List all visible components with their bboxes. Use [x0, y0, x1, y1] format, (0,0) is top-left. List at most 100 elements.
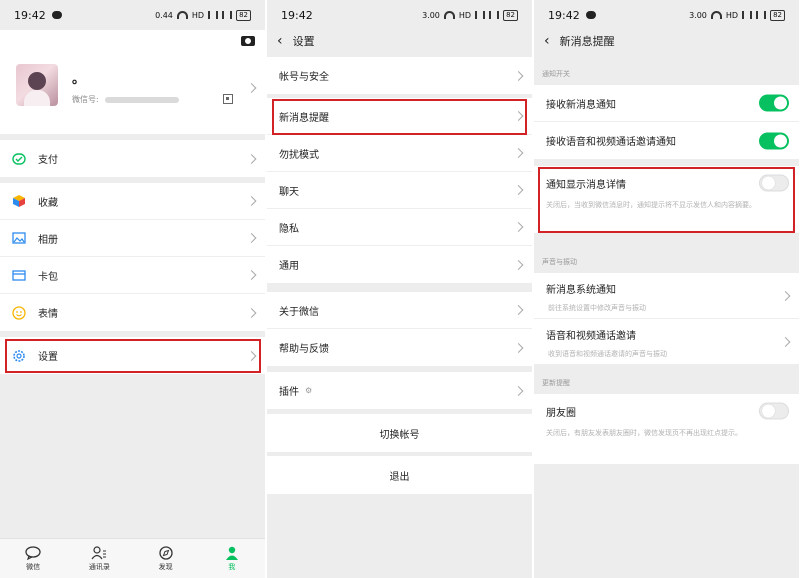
- card-wallet-icon: [12, 268, 26, 282]
- settings-group: 设置: [0, 337, 265, 374]
- profile-card[interactable]: 。 微信号:: [0, 30, 265, 134]
- menu-item-label: 卡包: [38, 271, 58, 283]
- screen: 19:42 0.44 HD 82 。 微信号: 支付 收藏 相册 卡包 表情 设…: [0, 0, 800, 578]
- wifi-icon: [176, 11, 188, 19]
- settings-item-help[interactable]: 帮助与反馈: [267, 329, 532, 366]
- moments-toggle[interactable]: [759, 402, 789, 420]
- tab-label: 发现: [158, 562, 173, 571]
- item-label: 接收语音和视频通话邀请通知: [546, 137, 676, 148]
- setting-moments: 朋友圈: [534, 394, 799, 428]
- switch-account-button[interactable]: 切换帐号: [267, 414, 532, 452]
- item-label: 接收新消息通知: [546, 99, 616, 111]
- settings-item-general[interactable]: 通用: [267, 246, 532, 283]
- wechat-notification-icon: [585, 11, 596, 19]
- notify-group: 接收新消息通知 接收语音和视频通话邀请通知: [534, 85, 799, 159]
- logout-button[interactable]: 退出: [267, 456, 532, 494]
- show-detail-description: 关闭后，当收到微信消息时，通知提示将不显示发信人和内容摘要。: [546, 201, 756, 209]
- battery-icon: 82: [503, 9, 518, 21]
- signal-icon-2: [222, 11, 233, 19]
- status-bar: 19:42 0.44 HD 82: [0, 0, 265, 30]
- back-arrow-icon[interactable]: ‹: [277, 33, 283, 49]
- item-label: 勿扰模式: [279, 149, 319, 161]
- album-picture-icon: [12, 231, 26, 245]
- signal-icon: [208, 11, 219, 19]
- net-speed: 3.00: [689, 10, 707, 20]
- menu-item-label: 相册: [38, 234, 58, 246]
- setting-new-message-sound[interactable]: 新消息系统通知 前往系统设置中修改声音与振动: [534, 273, 799, 319]
- menu-item-album[interactable]: 相册: [0, 220, 265, 257]
- sticker-smile-icon: [12, 305, 26, 320]
- back-arrow-icon[interactable]: ‹: [544, 33, 550, 49]
- menu-item-settings[interactable]: 设置: [0, 337, 265, 374]
- settings-item-new-message[interactable]: 新消息提醒: [267, 98, 532, 135]
- nav-bar: ‹ 新消息提醒: [534, 28, 799, 54]
- tab-label: 微信: [26, 562, 41, 571]
- show-detail-toggle[interactable]: [759, 174, 789, 192]
- settings-item-plugins[interactable]: 插件 ⚙: [267, 372, 532, 409]
- chevron-right-icon: [246, 153, 257, 164]
- update-group: 朋友圈 关闭后，有朋友发表朋友圈时，微信发现页不再出现红点提示。: [534, 394, 799, 464]
- signal-icon: [742, 11, 753, 19]
- page-title: 新消息提醒: [559, 35, 615, 48]
- item-description: 前往系统设置中修改声音与振动: [548, 304, 646, 312]
- battery-icon: 82: [236, 9, 251, 21]
- chevron-right-icon: [513, 222, 524, 232]
- status-bar: 19:42 3.00 HD 82: [534, 0, 799, 30]
- tab-contacts[interactable]: 通讯录: [66, 539, 132, 578]
- receive-new-message-toggle[interactable]: [759, 94, 789, 112]
- sound-group: 新消息系统通知 前往系统设置中修改声音与振动 语音和视频通话邀请 收到语音和视频…: [534, 273, 799, 365]
- moments-description: 关闭后，有朋友发表朋友圈时，微信发现页不再出现红点提示。: [546, 429, 742, 437]
- menu-item-pay[interactable]: 支付: [0, 140, 265, 177]
- section-notify-title: 通知开关: [542, 70, 570, 78]
- hd-label: HD: [458, 10, 472, 20]
- tab-me[interactable]: 我: [199, 539, 265, 578]
- status-indicators: 3.00 HD 82: [689, 9, 785, 21]
- nav-bar: ‹ 设置: [267, 28, 532, 54]
- setting-voice-ringtone[interactable]: 语音和视频通话邀请 收到语音和视频通话邀请的声音与振动: [534, 319, 799, 365]
- camera-icon[interactable]: [241, 36, 255, 46]
- chevron-right-icon: [246, 307, 257, 318]
- signal-icon-2: [756, 11, 767, 19]
- plugins-group: 插件 ⚙: [267, 372, 532, 409]
- settings-item-do-not-disturb[interactable]: 勿扰模式: [267, 135, 532, 172]
- me-panel: 19:42 0.44 HD 82 。 微信号: 支付 收藏 相册 卡包 表情 设…: [0, 0, 265, 578]
- setting-show-detail: 通知显示消息详情: [534, 166, 799, 200]
- settings-item-account-security[interactable]: 帐号与安全: [267, 57, 532, 94]
- item-label: 插件: [279, 387, 299, 398]
- item-label: 聊天: [279, 186, 299, 198]
- tab-label: 我: [228, 562, 236, 571]
- net-speed: 0.44: [155, 10, 173, 20]
- avatar[interactable]: [16, 64, 58, 106]
- item-label: 新消息系统通知: [546, 285, 616, 296]
- item-label: 隐私: [279, 223, 299, 235]
- menu-item-stickers[interactable]: 表情: [0, 294, 265, 331]
- settings-panel: 19:42 3.00 HD 82 ‹ 设置 帐号与安全 新消息提醒 勿扰模式 聊…: [267, 0, 532, 578]
- item-label: 通用: [279, 261, 299, 272]
- menu-item-label: 支付: [38, 155, 58, 166]
- chevron-right-icon: [246, 350, 257, 361]
- settings-item-about[interactable]: 关于微信: [267, 292, 532, 329]
- chevron-right-icon: [513, 259, 524, 270]
- wifi-icon: [710, 11, 722, 19]
- settings-item-privacy[interactable]: 隐私: [267, 209, 532, 246]
- receive-voice-video-toggle[interactable]: [759, 132, 789, 149]
- settings-item-chat[interactable]: 聊天: [267, 172, 532, 209]
- chevron-right-icon: [513, 148, 524, 158]
- tab-discover[interactable]: 发现: [133, 539, 199, 578]
- qrcode-icon[interactable]: [223, 94, 233, 104]
- wechat-id-blurred: [104, 96, 179, 103]
- status-time: 19:42: [281, 8, 313, 22]
- notification-panel: 19:42 3.00 HD 82 ‹ 新消息提醒 通知开关 接收新消息通知 接收…: [534, 0, 799, 578]
- tab-chats[interactable]: 微信: [0, 539, 66, 578]
- menu-item-label: 收藏: [38, 197, 58, 209]
- menu-item-card-wallet[interactable]: 卡包: [0, 257, 265, 294]
- menu-item-label: 设置: [38, 352, 58, 363]
- menu-item-favorites[interactable]: 收藏: [0, 183, 265, 220]
- nickname: 。: [72, 72, 86, 87]
- battery-icon: 82: [770, 9, 785, 21]
- about-group: 关于微信 帮助与反馈: [267, 292, 532, 366]
- item-label: 新消息提醒: [279, 112, 329, 124]
- hd-label: HD: [725, 10, 739, 20]
- chevron-right-icon: [246, 196, 257, 206]
- tools-group: 收藏 相册 卡包 表情: [0, 183, 265, 331]
